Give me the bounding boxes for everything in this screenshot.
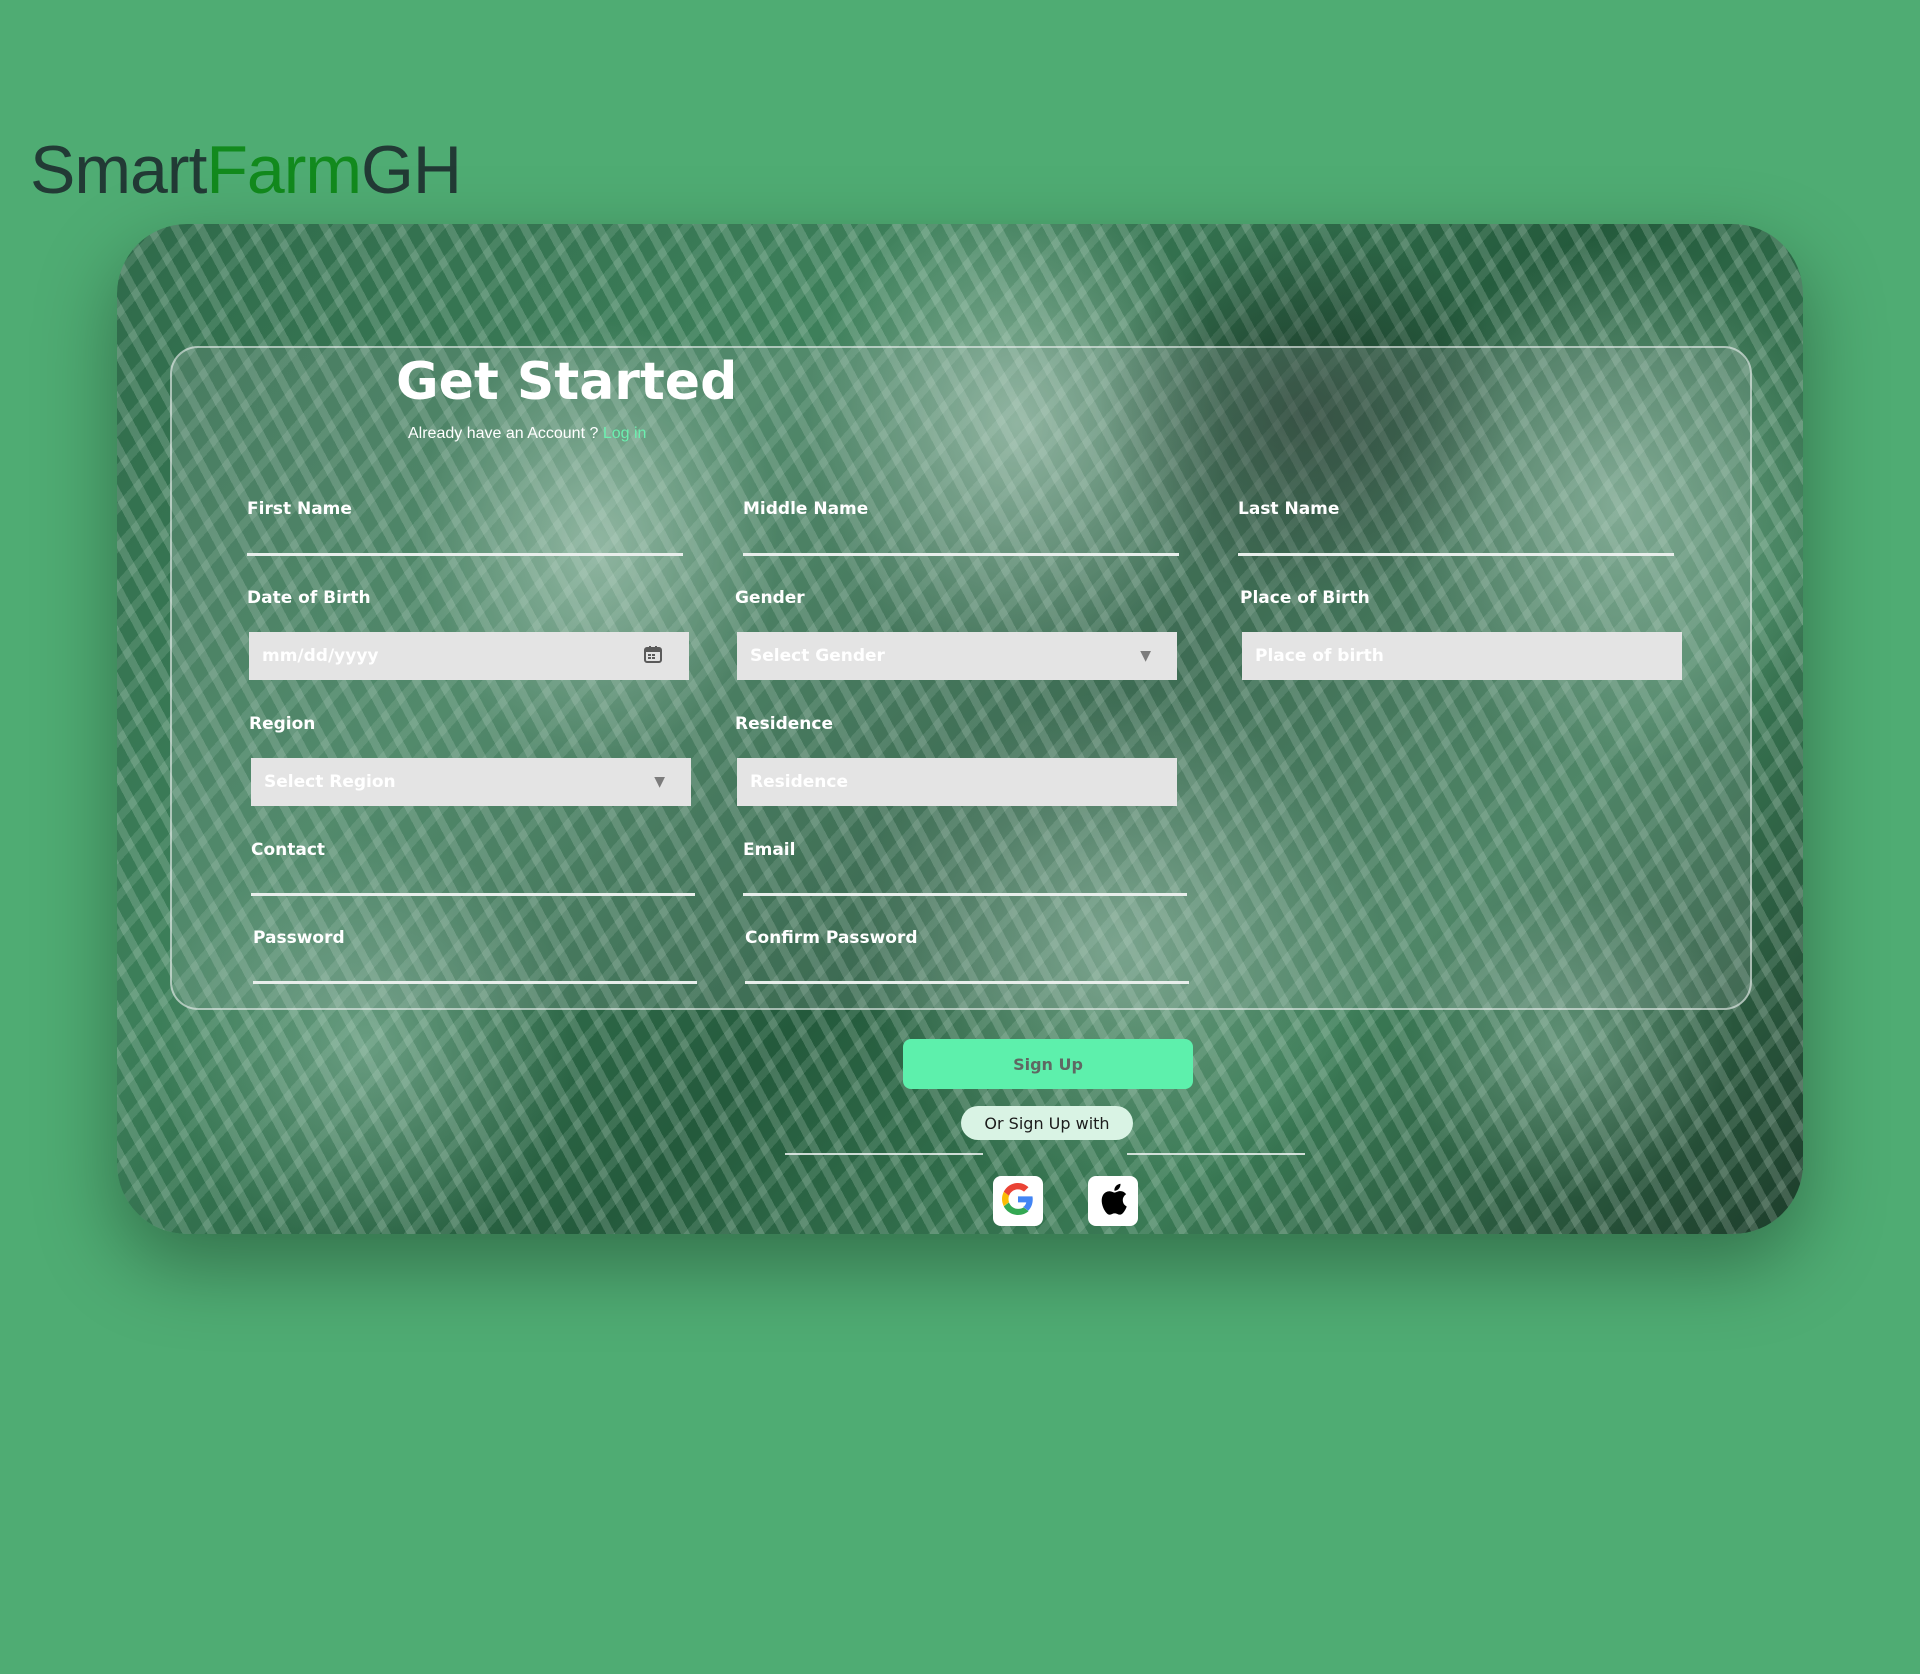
middle-name-input[interactable]	[743, 518, 1179, 556]
region-label: Region	[249, 714, 316, 734]
logo-part-farm: Farm	[206, 132, 362, 208]
gender-placeholder: Select Gender	[750, 646, 885, 666]
place-of-birth-placeholder: Place of birth	[1255, 646, 1384, 666]
apple-icon	[1097, 1181, 1129, 1221]
email-input[interactable]	[743, 858, 1187, 896]
last-name-label: Last Name	[1238, 499, 1340, 519]
logo-part-smart: Smart	[30, 132, 207, 208]
gender-select[interactable]: Select Gender ▼	[737, 632, 1177, 680]
email-label: Email	[743, 840, 796, 860]
contact-input[interactable]	[251, 858, 695, 896]
contact-label: Contact	[251, 840, 326, 860]
date-of-birth-input[interactable]: mm/dd/yyyy	[249, 632, 689, 680]
residence-placeholder: Residence	[750, 772, 848, 792]
divider-left	[785, 1153, 983, 1155]
place-of-birth-label: Place of Birth	[1240, 588, 1370, 608]
middle-name-label: Middle Name	[743, 499, 869, 519]
date-of-birth-placeholder: mm/dd/yyyy	[262, 646, 379, 666]
password-label: Password	[253, 928, 345, 948]
residence-label: Residence	[735, 714, 833, 734]
divider-right	[1127, 1153, 1305, 1155]
password-input[interactable]	[253, 946, 697, 984]
date-of-birth-label: Date of Birth	[247, 588, 371, 608]
alt-signup-label: Or Sign Up with	[961, 1106, 1133, 1140]
first-name-label: First Name	[247, 499, 352, 519]
apple-signup-button[interactable]	[1088, 1176, 1138, 1226]
confirm-password-input[interactable]	[745, 946, 1189, 984]
residence-input[interactable]: Residence	[737, 758, 1177, 806]
app-logo: SmartFarmGH	[30, 136, 462, 204]
confirm-password-label: Confirm Password	[745, 928, 918, 948]
place-of-birth-input[interactable]: Place of birth	[1242, 632, 1682, 680]
login-link[interactable]: Log in	[603, 425, 647, 442]
page-title: Get Started	[396, 352, 738, 412]
last-name-input[interactable]	[1238, 518, 1674, 556]
region-placeholder: Select Region	[264, 772, 396, 792]
gender-label: Gender	[735, 588, 805, 608]
sign-up-button[interactable]: Sign Up	[903, 1039, 1193, 1089]
region-select[interactable]: Select Region ▼	[251, 758, 691, 806]
chevron-down-icon: ▼	[1140, 648, 1151, 664]
login-prompt: Already have an Account ? Log in	[408, 425, 646, 443]
google-signup-button[interactable]	[993, 1176, 1043, 1226]
login-prompt-text: Already have an Account ?	[408, 425, 599, 442]
chevron-down-icon: ▼	[654, 774, 665, 790]
google-icon	[1002, 1183, 1034, 1219]
first-name-input[interactable]	[247, 518, 683, 556]
logo-part-gh: GH	[361, 132, 462, 208]
calendar-icon[interactable]	[643, 644, 663, 668]
